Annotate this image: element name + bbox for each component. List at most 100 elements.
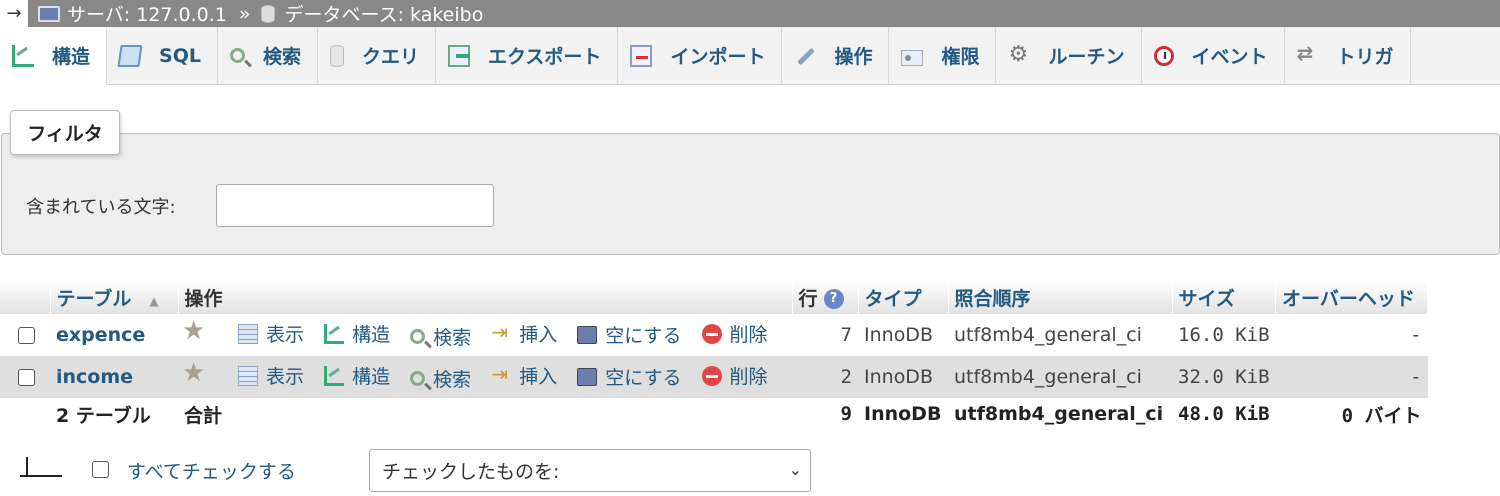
bulk-actions-bar: すべてチェックする チェックしたものを: ⌄	[0, 440, 1500, 496]
breadcrumb-server-label[interactable]: サーバ: 127.0.0.1	[67, 0, 227, 27]
empty-button[interactable]: 空にする	[577, 321, 682, 348]
drop-button[interactable]: 削除	[701, 362, 768, 389]
table-name-link[interactable]: income	[56, 366, 133, 388]
header-type[interactable]: タイプ	[858, 280, 949, 314]
arrow-up-icon	[20, 455, 64, 477]
search-icon	[229, 48, 245, 63]
breadcrumb-database[interactable]: データベース: kakeibo	[260, 0, 484, 27]
tab-privileges[interactable]: 権限	[889, 27, 997, 84]
table-row: income 表示 構造 検索 挿入 空にする 削除 2 InnoDB utf8…	[0, 356, 1428, 398]
row-checkbox[interactable]	[18, 327, 35, 344]
empty-button[interactable]: 空にする	[577, 363, 682, 390]
tab-import[interactable]: インポート	[618, 27, 783, 84]
row-count: 2	[792, 356, 858, 398]
chevron-down-icon: ⌄	[788, 460, 802, 479]
empty-icon	[577, 367, 598, 386]
insert-button[interactable]: 挿入	[491, 362, 557, 389]
header-collation[interactable]: 照合順序	[948, 280, 1173, 314]
structure-icon	[324, 365, 345, 386]
summary-rows: 9	[792, 398, 858, 430]
structure-icon	[12, 44, 34, 67]
summary-collation: utf8mb4_general_ci	[948, 398, 1172, 430]
import-icon	[630, 44, 653, 67]
query-icon	[329, 44, 344, 67]
sql-icon	[117, 44, 143, 67]
header-action: 操作	[178, 280, 793, 314]
search-icon	[410, 328, 426, 344]
event-icon	[1153, 45, 1174, 66]
row-size[interactable]: 32.0 KiB	[1172, 356, 1276, 398]
summary-overhead: 0 バイト	[1275, 398, 1428, 430]
browse-button[interactable]: 表示	[238, 362, 304, 389]
top-tabs: 構造 SQL 検索 クエリ エクスポート インポート 操作 権限 ルーチン イベ…	[0, 27, 1500, 85]
tab-search[interactable]: 検索	[218, 27, 318, 84]
header-checkbox-col	[0, 280, 51, 314]
search-button[interactable]: 検索	[410, 365, 471, 392]
tab-triggers[interactable]: トリガ	[1285, 27, 1411, 84]
tab-events[interactable]: イベント	[1142, 27, 1285, 84]
row-count: 7	[792, 314, 858, 356]
favorite-button[interactable]	[182, 358, 212, 388]
tab-routines[interactable]: ルーチン	[996, 27, 1142, 84]
trigger-icon	[1297, 41, 1319, 67]
summary-type: InnoDB	[858, 398, 948, 430]
structure-button[interactable]: 構造	[324, 362, 390, 389]
drop-button[interactable]: 削除	[701, 320, 768, 347]
insert-button[interactable]: 挿入	[491, 320, 557, 347]
search-button[interactable]: 検索	[410, 323, 471, 350]
row-collation: utf8mb4_general_ci	[948, 356, 1172, 398]
summary-label: 合計	[178, 398, 792, 430]
header-rows: 行?	[792, 280, 859, 314]
row-overhead: -	[1275, 314, 1428, 356]
insert-icon	[491, 362, 511, 386]
wrench-icon	[794, 45, 816, 67]
bulk-action-select[interactable]: チェックしたものを: ⌄	[369, 449, 811, 492]
row-overhead: -	[1275, 356, 1428, 398]
header-table[interactable]: テーブル ▲	[50, 280, 179, 314]
browse-button[interactable]: 表示	[238, 320, 304, 347]
row-checkbox[interactable]	[18, 369, 35, 386]
tab-query[interactable]: クエリ	[318, 27, 436, 84]
insert-icon	[491, 320, 511, 344]
breadcrumb-database-label[interactable]: データベース: kakeibo	[285, 0, 484, 27]
star-icon	[182, 316, 205, 346]
server-icon	[38, 5, 60, 22]
header-overhead[interactable]: オーバーヘッド	[1275, 280, 1429, 314]
drop-icon	[701, 323, 722, 344]
summary-size: 48.0 KiB	[1172, 398, 1276, 430]
summary-count: 2 テーブル	[50, 398, 178, 430]
star-icon	[182, 358, 205, 388]
check-all-checkbox[interactable]	[92, 461, 109, 478]
sort-asc-icon: ▲	[149, 293, 159, 308]
structure-icon	[324, 323, 345, 344]
filter-label: 含まれている文字:	[26, 197, 176, 218]
header-size[interactable]: サイズ	[1172, 280, 1277, 314]
browse-icon	[238, 365, 259, 386]
favorite-button[interactable]	[182, 316, 212, 346]
table-row: expence 表示 構造 検索 挿入 空にする 削除 7 InnoDB utf…	[0, 314, 1428, 356]
back-arrow-icon[interactable]: →	[0, 0, 28, 27]
tab-operations[interactable]: 操作	[782, 27, 890, 84]
search-icon	[410, 370, 426, 386]
filter-legend: フィルタ	[10, 110, 120, 155]
browse-icon	[238, 323, 259, 344]
breadcrumb-server[interactable]: サーバ: 127.0.0.1	[38, 0, 227, 27]
database-icon	[260, 4, 275, 23]
export-icon	[448, 44, 470, 67]
tab-export[interactable]: エクスポート	[436, 27, 619, 84]
tab-structure[interactable]: 構造	[0, 27, 108, 85]
breadcrumb: → サーバ: 127.0.0.1 » データベース: kakeibo	[0, 0, 1500, 27]
row-type: InnoDB	[858, 356, 948, 398]
help-icon[interactable]: ?	[823, 289, 844, 309]
tab-sql[interactable]: SQL	[107, 27, 218, 84]
filter-input[interactable]	[216, 184, 494, 227]
table-name-link[interactable]: expence	[56, 324, 145, 346]
table-header-row: テーブル ▲ 操作 行? タイプ 照合順序 サイズ オーバーヘッド	[0, 280, 1429, 314]
empty-icon	[577, 325, 598, 344]
row-collation: utf8mb4_general_ci	[948, 314, 1172, 356]
row-size[interactable]: 16.0 KiB	[1172, 314, 1276, 356]
check-all-label[interactable]: すべてチェックする	[127, 457, 296, 484]
structure-button[interactable]: 構造	[324, 320, 390, 347]
drop-icon	[701, 365, 722, 386]
privileges-icon	[901, 49, 924, 66]
